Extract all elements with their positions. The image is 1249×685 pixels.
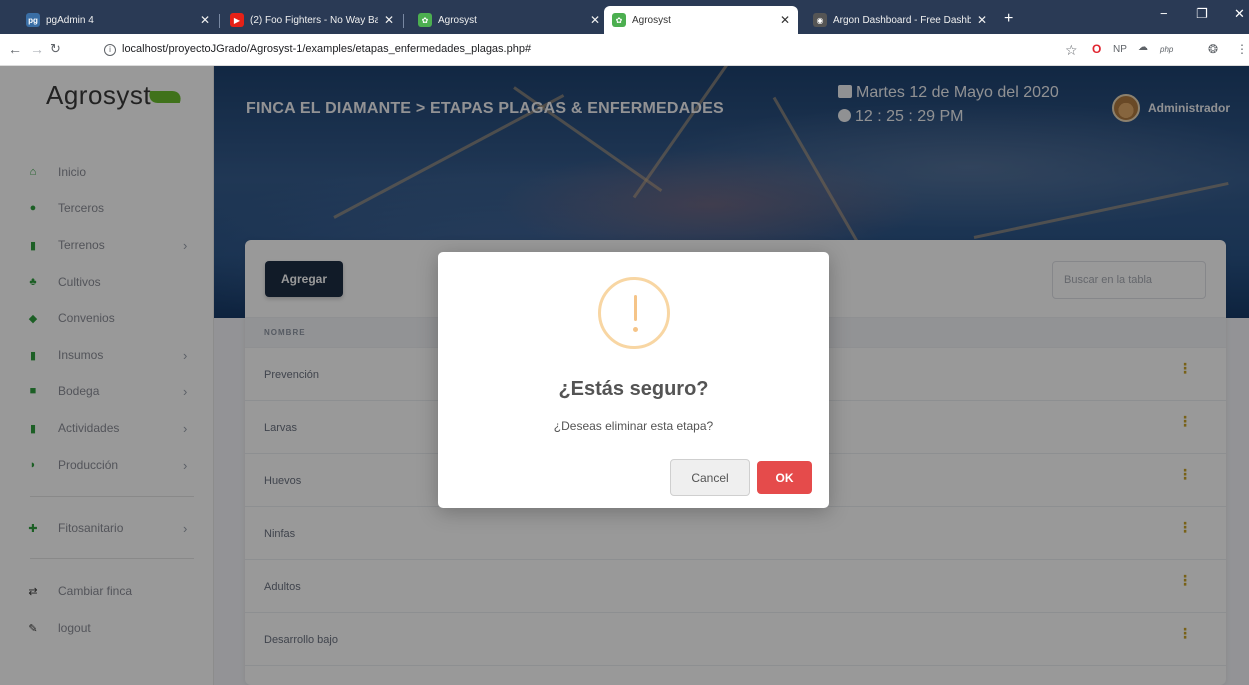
tab-argon-dashboard[interactable]: ◉ Argon Dashboard - Free Dashbo ✕ <box>805 6 995 34</box>
tab-agrosyst[interactable]: ✿ Agrosyst ✕ <box>410 6 608 34</box>
reload-icon[interactable]: ↻ <box>50 41 61 57</box>
close-tab-icon[interactable]: ✕ <box>590 13 600 27</box>
cloud-extension-icon[interactable]: ☁ <box>1138 42 1148 53</box>
address-bar: ← → ↻ i localhost/proyectoJGrado/Agrosyst… <box>0 34 1249 66</box>
close-tab-icon[interactable]: ✕ <box>780 13 790 27</box>
browser-tab-bar: pg pgAdmin 4 ✕ ▶ (2) Foo Fighters - No W… <box>0 0 1249 34</box>
ok-button[interactable]: OK <box>757 461 812 494</box>
new-tab-button[interactable]: + <box>1004 10 1013 28</box>
dialog-title: ¿Estás seguro? <box>558 378 709 400</box>
tab-title: Agrosyst <box>632 14 671 26</box>
url-field[interactable]: i localhost/proyectoJGrado/Agrosyst-1/exa… <box>104 43 531 56</box>
tab-title: Agrosyst <box>438 14 477 26</box>
youtube-icon: ▶ <box>230 13 244 27</box>
agrosyst-icon: ✿ <box>418 13 432 27</box>
back-icon[interactable]: ← <box>8 41 22 57</box>
agrosyst-icon: ✿ <box>612 13 626 27</box>
url-text: localhost/proyectoJGrado/Agrosyst-1/exam… <box>122 43 532 55</box>
close-tab-icon[interactable]: ✕ <box>384 13 394 27</box>
tab-agrosyst-active[interactable]: ✿ Agrosyst ✕ <box>604 6 798 34</box>
cancel-button[interactable]: Cancel <box>670 459 750 496</box>
tab-title: Argon Dashboard - Free Dashbo <box>833 14 971 26</box>
info-icon[interactable]: i <box>104 44 116 56</box>
minimize-icon[interactable]: − <box>1160 6 1168 21</box>
np-extension-icon[interactable]: NP <box>1113 44 1127 55</box>
tab-separator <box>403 14 404 28</box>
pgadmin-icon: pg <box>26 13 40 27</box>
close-window-icon[interactable]: ✕ <box>1234 6 1245 22</box>
warning-icon-dot <box>633 327 638 332</box>
browser-menu-icon[interactable]: ⋮ <box>1236 42 1248 56</box>
warning-icon <box>598 277 670 349</box>
opera-icon[interactable]: O <box>1092 42 1101 56</box>
restore-icon[interactable]: ❐ <box>1196 6 1208 22</box>
tab-separator <box>219 14 220 28</box>
argon-icon: ◉ <box>813 13 827 27</box>
php-extension-icon[interactable]: php <box>1160 45 1173 54</box>
tab-title: pgAdmin 4 <box>46 14 94 26</box>
close-tab-icon[interactable]: ✕ <box>200 13 210 27</box>
tab-foo-fighters[interactable]: ▶ (2) Foo Fighters - No Way Back ( ✕ <box>222 6 402 34</box>
dialog-message: ¿Deseas eliminar esta etapa? <box>553 419 714 433</box>
forward-icon[interactable]: → <box>30 41 44 57</box>
bookmark-star-icon[interactable]: ☆ <box>1065 42 1078 59</box>
tab-pgadmin[interactable]: pg pgAdmin 4 ✕ <box>18 6 218 34</box>
profile-icon[interactable]: ❂ <box>1208 42 1218 56</box>
tab-title: (2) Foo Fighters - No Way Back ( <box>250 14 378 26</box>
warning-icon-bar <box>634 295 637 321</box>
confirm-dialog: ¿Estás seguro? ¿Deseas eliminar esta eta… <box>438 252 829 508</box>
close-tab-icon[interactable]: ✕ <box>977 13 987 27</box>
